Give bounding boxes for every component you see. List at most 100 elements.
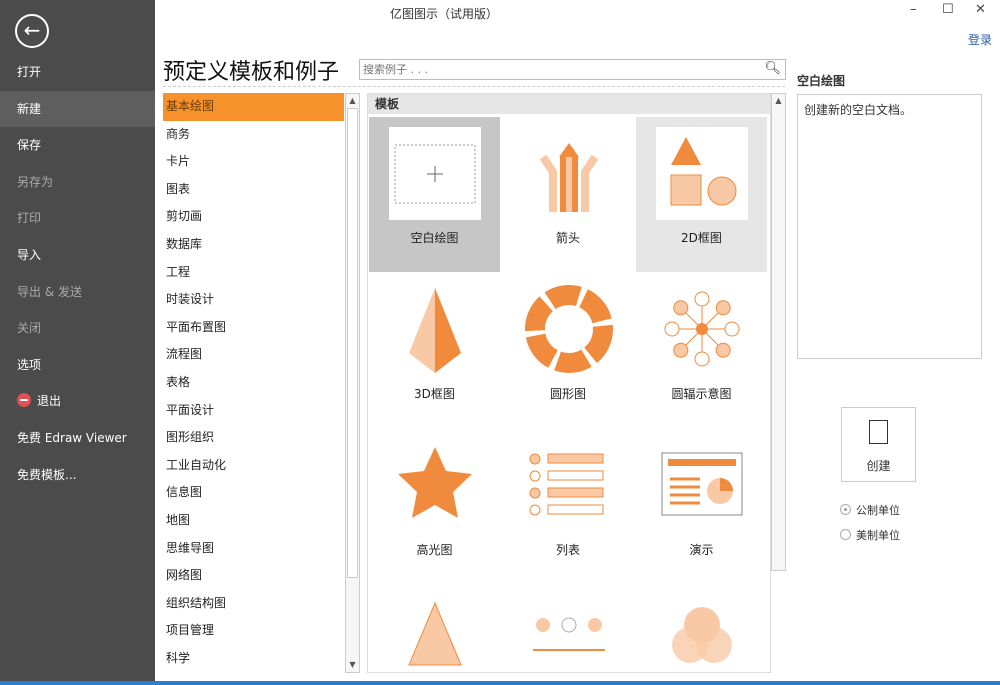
scroll-down-icon[interactable]: ▼ — [346, 658, 359, 672]
template-thumbnail-icon — [656, 283, 748, 376]
search-input[interactable] — [360, 60, 760, 79]
template-label: 圆辐示意图 — [636, 385, 767, 402]
category-item[interactable]: 科学 — [163, 645, 344, 673]
category-item[interactable]: 卡片 — [163, 148, 344, 176]
category-item[interactable]: 图形组织 — [163, 424, 344, 452]
search-box: 🔍︎ — [359, 59, 786, 80]
login-link[interactable]: 登录 — [968, 31, 992, 48]
category-list: 基本绘图商务卡片图表剪切画数据库工程时装设计平面布置图流程图表格平面设计图形组织… — [163, 93, 344, 673]
template-tile[interactable] — [636, 585, 767, 671]
scroll-thumb[interactable] — [347, 108, 358, 578]
sidebar-item-label: 保存 — [17, 138, 41, 152]
sidebar-item-label: 免费 Edraw Viewer — [17, 431, 127, 445]
detail-title: 空白绘图 — [797, 72, 845, 89]
sidebar-item[interactable]: 保存 — [0, 127, 155, 163]
template-tile[interactable]: 演示 — [636, 429, 767, 584]
maximize-button[interactable]: ☐ — [942, 2, 954, 17]
template-thumbnail-icon — [523, 595, 615, 671]
sidebar-item-label: 关闭 — [17, 321, 41, 335]
category-item[interactable]: 平面设计 — [163, 397, 344, 425]
sidebar-item[interactable]: 选项 — [0, 347, 155, 383]
template-tile[interactable]: 2D框图 — [636, 117, 767, 272]
search-icon[interactable]: 🔍︎ — [764, 61, 781, 76]
sidebar-item[interactable]: 免费模板... — [0, 457, 155, 493]
divider — [163, 86, 785, 87]
sidebar-item-label: 免费模板... — [17, 468, 76, 482]
template-thumbnail-icon — [523, 439, 615, 532]
template-tile[interactable]: 箭头 — [503, 117, 634, 272]
taskbar-edge — [0, 681, 1000, 685]
template-label: 圆形图 — [503, 385, 634, 402]
template-panel: 模板 空白绘图箭头2D框图 3D框图圆形图圆辐示意图高光图列表演示 — [367, 93, 771, 673]
category-item[interactable]: 平面布置图 — [163, 314, 344, 342]
sidebar-item-label: 退出 — [37, 394, 61, 408]
category-item[interactable]: 工程 — [163, 259, 344, 287]
template-label: 2D框图 — [636, 229, 767, 246]
metric-units-label: 公制单位 — [856, 504, 900, 517]
category-item[interactable]: 地图 — [163, 507, 344, 535]
template-tile[interactable] — [369, 585, 500, 671]
us-units-radio[interactable]: 美制单位 — [840, 527, 900, 543]
template-tile[interactable]: 列表 — [503, 429, 634, 584]
category-item[interactable]: 组织结构图 — [163, 590, 344, 618]
back-button[interactable]: ← — [15, 14, 49, 48]
sidebar-item-label: 新建 — [17, 102, 41, 116]
exit-icon — [17, 393, 31, 407]
template-thumbnail-icon — [389, 127, 481, 220]
category-item[interactable]: 基本绘图 — [163, 93, 344, 121]
template-label: 3D框图 — [369, 385, 500, 402]
category-item[interactable]: 表格 — [163, 369, 344, 397]
create-button[interactable]: 创建 — [841, 407, 916, 482]
metric-units-radio[interactable]: 公制单位 — [840, 502, 900, 518]
document-icon — [869, 420, 888, 444]
category-scrollbar[interactable]: ▲ ▼ — [345, 93, 360, 673]
sidebar-item[interactable]: 导入 — [0, 237, 155, 273]
template-tile[interactable]: 3D框图 — [369, 273, 500, 428]
template-thumbnail-icon — [656, 439, 748, 532]
sidebar: ← 打开新建保存另存为打印导入导出 & 发送关闭选项退出免费 Edraw Vie… — [0, 0, 155, 685]
sidebar-item-label: 选项 — [17, 358, 41, 372]
template-thumbnail-icon — [523, 283, 615, 376]
template-tile[interactable] — [503, 585, 634, 671]
minimize-button[interactable]: – — [910, 2, 917, 17]
sidebar-item-label: 打印 — [17, 211, 41, 225]
scroll-up-icon[interactable]: ▲ — [346, 94, 359, 108]
close-button[interactable]: ✕ — [975, 2, 986, 17]
sidebar-item[interactable]: 导出 & 发送 — [0, 274, 155, 310]
category-item[interactable]: 图表 — [163, 176, 344, 204]
sidebar-item[interactable]: 关闭 — [0, 310, 155, 346]
template-label: 空白绘图 — [369, 229, 500, 246]
page-title: 预定义模板和例子 — [163, 54, 339, 86]
category-item[interactable]: 工业自动化 — [163, 452, 344, 480]
template-thumbnail-icon — [523, 127, 615, 220]
template-label: 高光图 — [369, 541, 500, 558]
scroll-up-icon[interactable]: ▲ — [772, 94, 785, 108]
detail-description: 创建新的空白文档。 — [797, 94, 982, 359]
sidebar-item[interactable]: 打印 — [0, 200, 155, 236]
template-label: 列表 — [503, 541, 634, 558]
category-item[interactable]: 剪切画 — [163, 203, 344, 231]
template-header: 模板 — [368, 94, 770, 114]
category-item[interactable]: 信息图 — [163, 479, 344, 507]
category-item[interactable]: 项目管理 — [163, 617, 344, 645]
category-item[interactable]: 思维导图 — [163, 535, 344, 563]
sidebar-item[interactable]: 退出 — [0, 383, 155, 419]
template-tile[interactable]: 圆辐示意图 — [636, 273, 767, 428]
sidebar-item[interactable]: 另存为 — [0, 164, 155, 200]
sidebar-item-label: 另存为 — [17, 175, 53, 189]
template-tile[interactable]: 圆形图 — [503, 273, 634, 428]
category-item[interactable]: 流程图 — [163, 341, 344, 369]
category-item[interactable]: 时装设计 — [163, 286, 344, 314]
category-item[interactable]: 网络图 — [163, 562, 344, 590]
category-item[interactable]: 数据库 — [163, 231, 344, 259]
category-item[interactable]: 商务 — [163, 121, 344, 149]
sidebar-item-label: 导出 & 发送 — [17, 285, 82, 299]
template-tile[interactable]: 高光图 — [369, 429, 500, 584]
sidebar-item[interactable]: 打开 — [0, 54, 155, 90]
template-thumbnail-icon — [656, 595, 748, 671]
template-thumbnail-icon — [389, 283, 481, 376]
template-scrollbar[interactable]: ▲ — [771, 93, 786, 571]
template-tile[interactable]: 空白绘图 — [369, 117, 500, 272]
sidebar-item[interactable]: 免费 Edraw Viewer — [0, 420, 155, 456]
sidebar-item[interactable]: 新建 — [0, 91, 155, 127]
